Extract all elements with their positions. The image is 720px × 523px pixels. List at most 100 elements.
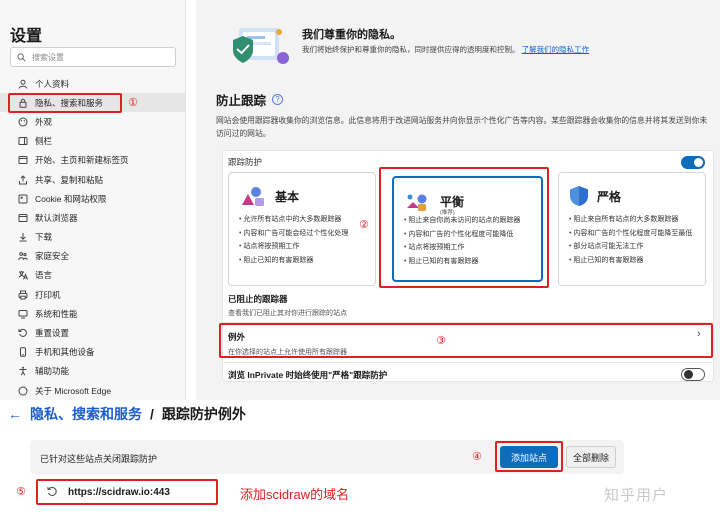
breadcrumb-separator: / (150, 406, 154, 422)
sidebar-item-label: 下载 (35, 232, 53, 243)
search-settings-input[interactable]: 搜索设置 (10, 47, 176, 67)
sidebar-item-accessibility[interactable]: 辅助功能 (0, 362, 185, 381)
accessibility-icon (18, 366, 28, 376)
sidebar-item-label: 家庭安全 (35, 251, 70, 262)
exceptions-section-label: 已针对这些站点关闭跟踪防护 (40, 454, 158, 464)
printer-icon (18, 290, 28, 300)
toggle-knob (684, 370, 693, 379)
tracking-option-strict[interactable]: 严格 阻止来自所有站点的大多数跟踪器 内容和广告的个性化程度可能降至最低 部分站… (558, 172, 706, 286)
sidebar-item-languages[interactable]: 语言 (0, 266, 185, 285)
sidebar-item-label: 外观 (35, 116, 53, 127)
tracking-description: 网站会使用跟踪器收集你的浏览信息。此信息将用于改进网站服务并向你显示个性化广告等… (216, 116, 708, 138)
sidebar-item-label: 手机和其他设备 (35, 347, 95, 358)
family-icon (18, 251, 28, 261)
delete-all-button[interactable]: 全部删除 (566, 446, 616, 468)
sidebar-icon (18, 136, 28, 146)
sidebar-item-default-browser[interactable]: 默认浏览器 (0, 208, 185, 227)
annotation-marker-2: ② (359, 219, 369, 231)
sidebar-item-label: 系统和性能 (35, 308, 78, 319)
annotation-box-1 (8, 93, 122, 113)
option-bullet: 内容和广告可能会经过个性化处理 (239, 227, 348, 241)
sidebar-item-family-safety[interactable]: 家庭安全 (0, 247, 185, 266)
sidebar-nav: 个人资料 隐私、搜索和服务 外观 侧栏 开始、主页和新建标签页 共享、复制和粘贴… (0, 74, 185, 400)
sidebar-item-appearance[interactable]: 外观 (0, 112, 185, 131)
inprivate-strict-label: 浏览 InPrivate 时始终使用"严格"跟踪防护 (228, 370, 388, 380)
tracking-protection-label: 跟踪防护 (228, 157, 263, 167)
annotation-marker-5: ⑤ (16, 486, 26, 498)
sidebar-item-label: 重置设置 (35, 328, 70, 339)
annotation-marker-4: ④ (472, 451, 482, 463)
tracking-prevention-title: 防止跟踪 ? (216, 90, 284, 109)
option-bullet: 阻止来自所有站点的大多数跟踪器 (569, 213, 692, 227)
sidebar-title: 设置 (10, 28, 43, 45)
search-icon (17, 52, 26, 61)
sidebar-item-cookies[interactable]: Cookie 和网站权限 (0, 189, 185, 208)
reset-icon (18, 328, 28, 338)
privacy-illustration-icon (233, 28, 289, 64)
sidebar-item-about[interactable]: 关于 Microsoft Edge (0, 381, 185, 400)
annotation-box-4 (495, 441, 563, 472)
sidebar-item-profile[interactable]: 个人资料 (0, 74, 185, 93)
phone-icon (18, 347, 28, 357)
sidebar-item-sidebar[interactable]: 侧栏 (0, 132, 185, 151)
option-bullet: 阻止已知的有害跟踪器 (239, 254, 348, 268)
sidebar-item-phone[interactable]: 手机和其他设备 (0, 343, 185, 362)
annotation-marker-1: ① (128, 97, 138, 109)
option-bullets: 允许所有站点中的大多数跟踪器 内容和广告可能会经过个性化处理 站点将按预期工作 … (239, 213, 348, 267)
privacy-description: 我们将始终保护和尊重你的隐私，同时提供应得的透明度和控制。 了解我们的隐私工作 (302, 43, 622, 56)
sidebar-item-label: 语言 (35, 270, 53, 281)
blocked-trackers-title[interactable]: 已阻止的跟踪器 (228, 293, 288, 305)
sidebar-item-system[interactable]: 系统和性能 (0, 304, 185, 323)
option-bullets: 阻止来自所有站点的大多数跟踪器 内容和广告的个性化程度可能降至最低 部分站点可能… (569, 213, 692, 267)
edge-icon (18, 386, 28, 396)
help-icon[interactable]: ? (272, 94, 284, 105)
option-bullet: 站点将按预期工作 (239, 240, 348, 254)
sidebar-item-label: 个人资料 (35, 78, 70, 89)
tracking-protection-toggle[interactable] (681, 156, 705, 169)
annotation-caption: 添加scidraw的域名 (240, 487, 350, 502)
profile-icon (18, 79, 28, 89)
home-icon (18, 155, 28, 165)
sidebar-item-share[interactable]: 共享、复制和粘贴 (0, 170, 185, 189)
privacy-learn-more-link[interactable]: 了解我们的隐私工作 (522, 45, 590, 54)
back-arrow-icon[interactable]: ← (8, 406, 22, 422)
sidebar-item-label: 辅助功能 (35, 366, 70, 377)
sidebar-item-reset[interactable]: 重置设置 (0, 323, 185, 342)
browser-icon (18, 213, 28, 223)
system-icon (18, 309, 28, 319)
settings-sidebar: 设置 搜索设置 个人资料 隐私、搜索和服务 外观 侧栏 开始、主页和新建标签页 … (0, 0, 186, 400)
option-name: 严格 (597, 189, 622, 204)
sidebar-item-downloads[interactable]: 下载 (0, 228, 185, 247)
option-bullet: 部分站点可能无法工作 (569, 240, 692, 254)
breadcrumb: ← 隐私、搜索和服务 / 跟踪防护例外 (8, 404, 246, 424)
option-bullet: 内容和广告的个性化程度可能降至最低 (569, 227, 692, 241)
download-icon (18, 232, 28, 242)
option-header: 严格 (569, 185, 621, 207)
appearance-icon (18, 117, 28, 127)
sidebar-item-start-home[interactable]: 开始、主页和新建标签页 (0, 151, 185, 170)
annotation-box-3 (219, 323, 713, 358)
option-bullet: 阻止已知的有害跟踪器 (569, 254, 692, 268)
tracking-option-basic[interactable]: 基本 允许所有站点中的大多数跟踪器 内容和广告可能会经过个性化处理 站点将按预期… (228, 172, 376, 286)
option-header: 基本 (239, 185, 299, 207)
sidebar-item-label: 共享、复制和粘贴 (35, 174, 104, 185)
annotation-marker-3: ③ (436, 335, 446, 347)
blocked-trackers-subtitle: 查看我们已阻止其对你进行跟踪的站点 (228, 310, 347, 317)
watermark-text: 知乎用户 (604, 487, 669, 504)
divider (222, 362, 714, 363)
privacy-title: 我们尊重你的隐私。 (302, 29, 401, 41)
sidebar-item-label: 默认浏览器 (35, 212, 78, 223)
inprivate-strict-toggle[interactable] (681, 368, 705, 381)
breadcrumb-current: 跟踪防护例外 (161, 406, 246, 422)
basic-shapes-icon (242, 187, 264, 206)
breadcrumb-privacy-link[interactable]: 隐私、搜索和服务 (30, 404, 142, 424)
sidebar-item-label: 关于 Microsoft Edge (35, 385, 112, 396)
sidebar-item-label: 开始、主页和新建标签页 (35, 155, 129, 166)
shield-icon (570, 186, 588, 206)
cookie-icon (18, 194, 28, 204)
sidebar-item-printers[interactable]: 打印机 (0, 285, 185, 304)
annotation-box-2 (379, 167, 549, 288)
tracking-title-text: 防止跟踪 (216, 94, 267, 108)
option-bullet: 允许所有站点中的大多数跟踪器 (239, 213, 348, 227)
sidebar-item-label: 侧栏 (35, 136, 53, 147)
